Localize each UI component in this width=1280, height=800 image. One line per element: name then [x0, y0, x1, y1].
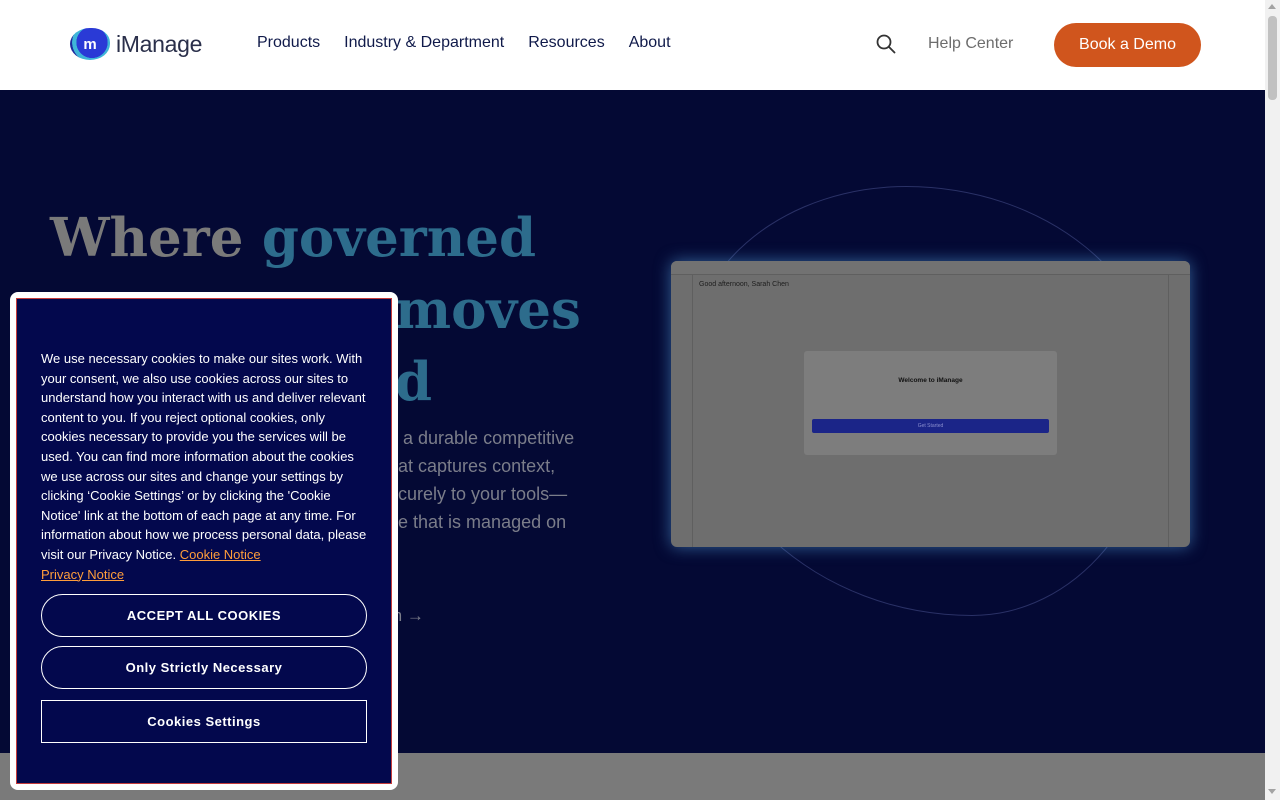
logo[interactable]: m iManage	[70, 28, 202, 60]
app-greeting: Good afternoon, Sarah Chen	[699, 281, 789, 288]
cookie-description: We use necessary cookies to make our sit…	[41, 351, 367, 562]
accept-all-cookies-button[interactable]: ACCEPT ALL COOKIES	[41, 594, 367, 637]
nav-item-products[interactable]: Products	[257, 34, 320, 52]
nav-item-resources[interactable]: Resources	[528, 34, 604, 52]
cookie-banner: We use necessary cookies to make our sit…	[10, 292, 398, 790]
main-nav: Products Industry & Department Resources…	[257, 34, 671, 52]
logo-mark-icon: m	[70, 28, 110, 60]
site-header: m iManage Products Industry & Department…	[0, 0, 1265, 90]
cookie-text: We use necessary cookies to make our sit…	[41, 349, 371, 584]
app-welcome-modal: Welcome to iManage Get Started	[804, 351, 1057, 455]
logo-text: iManage	[116, 30, 203, 57]
app-modal-button: Get Started	[812, 419, 1049, 433]
scrollbar-thumb[interactable]	[1268, 16, 1277, 100]
search-icon[interactable]	[876, 34, 896, 54]
book-demo-button[interactable]: Book a Demo	[1054, 23, 1201, 67]
cookies-settings-button[interactable]: Cookies Settings	[41, 700, 367, 743]
scroll-up-icon[interactable]	[1268, 4, 1276, 9]
hero-title-accent: governed	[261, 207, 537, 269]
cookie-banner-panel: We use necessary cookies to make our sit…	[16, 298, 392, 784]
hero-title-line2: moves	[395, 279, 581, 341]
cookie-notice-link[interactable]: Cookie Notice	[180, 547, 261, 562]
nav-item-industry-department[interactable]: Industry & Department	[344, 34, 504, 52]
help-center-link[interactable]: Help Center	[928, 35, 1013, 53]
nav-item-about[interactable]: About	[629, 34, 671, 52]
scroll-down-icon[interactable]	[1268, 789, 1276, 794]
strictly-necessary-button[interactable]: Only Strictly Necessary	[41, 646, 367, 689]
app-toolbar	[671, 261, 1190, 275]
app-modal-button-label: Get Started	[917, 423, 944, 429]
app-sidebar	[671, 275, 693, 547]
page-scrollbar[interactable]	[1265, 0, 1280, 800]
privacy-notice-link[interactable]: Privacy Notice	[41, 567, 124, 582]
app-right-rail	[1168, 275, 1190, 547]
app-modal-title: Welcome to iManage	[898, 377, 963, 384]
hero-title-plain: Where	[50, 207, 262, 269]
product-screenshot: Good afternoon, Sarah Chen Welcome to iM…	[671, 261, 1190, 547]
hero-title-line3: d	[395, 351, 433, 413]
